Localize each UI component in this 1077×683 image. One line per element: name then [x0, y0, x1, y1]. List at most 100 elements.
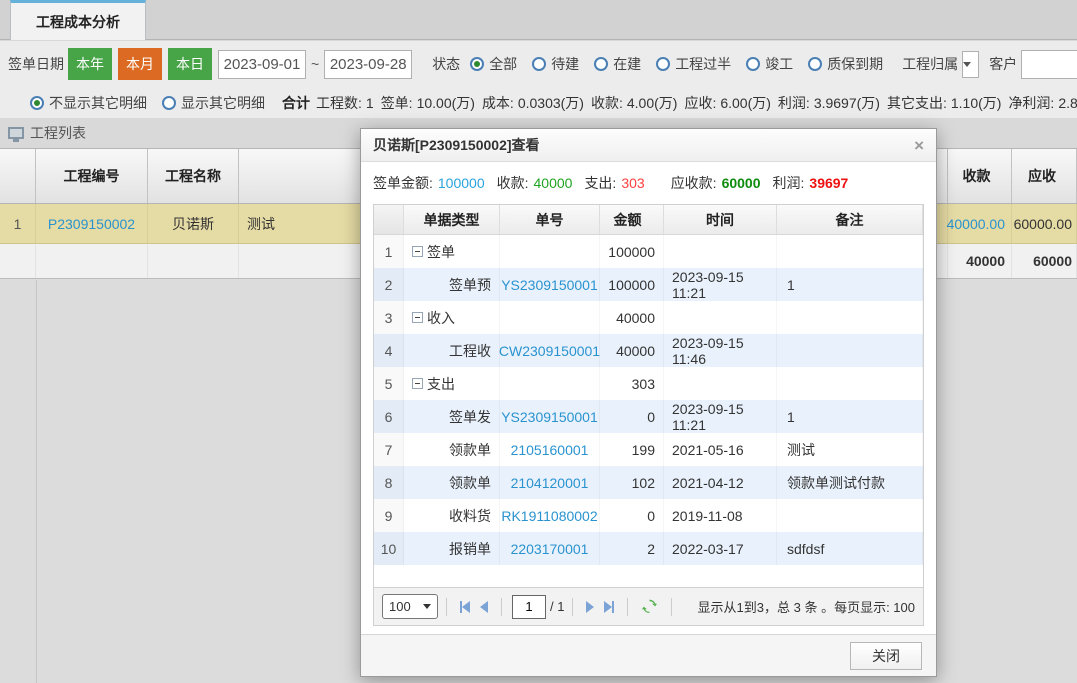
show-detail-radio[interactable]: 显示其它明细	[162, 93, 265, 113]
stat-profit: 利润:39697	[773, 173, 849, 193]
radio-dot	[656, 57, 670, 71]
radio-dot	[162, 96, 176, 110]
project-name-cell: 贝诺斯	[148, 204, 239, 243]
detail-row: 9 收料货 RK1911080002 0 2019-11-08	[374, 499, 923, 532]
date-from-input[interactable]	[218, 50, 306, 79]
summary-received: 40000	[948, 244, 1012, 278]
prev-page-button[interactable]	[480, 601, 488, 613]
status-radio-all[interactable]: 全部	[470, 54, 517, 74]
detail-row-group: 3 收入 40000	[374, 301, 923, 334]
chevron-down-icon	[423, 604, 431, 609]
tab-bar: 工程成本分析	[0, 0, 1077, 40]
this-month-button[interactable]: 本月	[118, 48, 162, 80]
close-icon[interactable]: ×	[914, 137, 924, 154]
project-belong-label: 工程归属	[902, 54, 958, 74]
detail-row: 4 工程收 CW2309150001 40000 2023-09-15 11:4…	[374, 334, 923, 367]
status-radio-inprogress[interactable]: 在建	[594, 54, 641, 74]
this-year-button[interactable]: 本年	[68, 48, 112, 80]
table-filler	[374, 565, 923, 587]
divider	[627, 598, 628, 616]
collapse-icon[interactable]	[412, 246, 423, 257]
divider	[446, 598, 447, 616]
hide-detail-radio[interactable]: 不显示其它明细	[30, 93, 147, 113]
summary-receivable: 60000	[1012, 244, 1077, 278]
divider	[501, 598, 502, 616]
project-list-title: 工程列表	[30, 123, 86, 143]
detail-table-header: 单据类型 单号 金额 时间 备注	[374, 205, 923, 235]
received-amount-link[interactable]: 40000.00	[947, 216, 1005, 232]
chevron-down-icon	[963, 62, 971, 67]
status-label: 状态	[432, 54, 460, 74]
tab-label: 工程成本分析	[36, 12, 120, 32]
stat-received: 收款:40000	[497, 173, 573, 193]
total-label: 合计	[282, 93, 310, 113]
filter-panel: 签单日期 本年 本月 本日 ~ 状态 全部 待建 在建 工程过半 竣工 质保到期…	[0, 41, 1077, 118]
sign-date-label: 签单日期	[8, 54, 64, 74]
date-to-input[interactable]	[324, 50, 412, 79]
stat-other-expense: 其它支出:1.10(万)	[887, 93, 1001, 113]
radio-dot	[30, 96, 44, 110]
radio-dot	[594, 57, 608, 71]
project-code-link[interactable]: P2309150002	[48, 216, 135, 232]
stat-receivable: 应收:6.00(万)	[684, 93, 770, 113]
bill-link[interactable]: 2105160001	[511, 442, 589, 458]
status-radio-warranty[interactable]: 质保到期	[808, 54, 883, 74]
collapse-icon[interactable]	[412, 312, 423, 323]
header-bill-type: 单据类型	[404, 205, 500, 234]
next-page-button[interactable]	[586, 601, 594, 613]
dialog-stats: 签单金额:100000 收款:40000 支出:303 应收款:60000 利润…	[361, 162, 936, 204]
project-belong-select[interactable]	[962, 51, 979, 78]
stat-receivable: 应收款:60000	[671, 173, 761, 193]
radio-dot	[746, 57, 760, 71]
header-project-name: 工程名称	[148, 149, 239, 203]
pagination-info: 显示从1到3，总 3 条 。每页显示: 100	[698, 597, 915, 616]
close-button[interactable]: 关闭	[850, 642, 922, 670]
detail-row: 2 签单预 YS2309150001 100000 2023-09-15 11:…	[374, 268, 923, 301]
status-radio-halfway[interactable]: 工程过半	[656, 54, 731, 74]
page-size-select[interactable]: 100	[382, 594, 438, 619]
dialog-title: 贝诺斯[P2309150002]查看	[373, 135, 540, 155]
page-count-label: / 1	[550, 599, 564, 614]
radio-dot	[808, 57, 822, 71]
stat-project-count: 工程数:1	[316, 93, 374, 113]
detail-row-group: 1 签单 100000	[374, 235, 923, 268]
refresh-icon[interactable]	[641, 598, 658, 615]
pagination-bar: 100 / 1 显示从1到3，总 3 条 。每页显示: 100	[373, 588, 924, 626]
detail-table: 单据类型 单号 金额 时间 备注 1 签单 100000 2 签单预 YS230…	[373, 204, 924, 588]
divider	[671, 598, 672, 616]
bill-link[interactable]: YS2309150001	[501, 277, 598, 293]
header-note: 备注	[777, 205, 923, 234]
date-range-separator: ~	[311, 56, 319, 72]
stat-received: 收款:4.00(万)	[591, 93, 677, 113]
radio-dot	[470, 57, 484, 71]
first-page-button[interactable]	[460, 601, 470, 613]
monitor-icon	[8, 127, 24, 139]
radio-dot	[532, 57, 546, 71]
divider	[572, 598, 573, 616]
detail-row: 7 领款单 2105160001 199 2021-05-16 测试	[374, 433, 923, 466]
tab-project-cost-analysis[interactable]: 工程成本分析	[10, 0, 146, 40]
header-bill-no: 单号	[500, 205, 600, 234]
stat-sign-amount: 签单金额:100000	[373, 173, 485, 193]
bill-link[interactable]: 2203170001	[511, 541, 589, 557]
today-button[interactable]: 本日	[168, 48, 212, 80]
stat-net-profit: 净利润:2.8697(万)	[1008, 93, 1077, 113]
project-detail-dialog: 贝诺斯[P2309150002]查看 × 签单金额:100000 收款:4000…	[360, 128, 937, 677]
stat-signed: 签单:10.00(万)	[381, 93, 475, 113]
status-radio-pending[interactable]: 待建	[532, 54, 579, 74]
filter-row-2: 不显示其它明细 显示其它明细 合计 工程数:1 签单:10.00(万) 成本:0…	[0, 87, 1077, 118]
status-radio-completed[interactable]: 竣工	[746, 54, 793, 74]
header-project-code: 工程编号	[36, 149, 148, 203]
customer-input[interactable]	[1021, 50, 1077, 79]
bill-link[interactable]: 2104120001	[511, 475, 589, 491]
bill-link[interactable]: CW2309150001	[499, 343, 600, 359]
header-receivable: 应收	[1012, 149, 1077, 203]
bill-link[interactable]: YS2309150001	[501, 409, 598, 425]
filter-row-1: 签单日期 本年 本月 本日 ~ 状态 全部 待建 在建 工程过半 竣工 质保到期…	[0, 41, 1077, 87]
dialog-titlebar: 贝诺斯[P2309150002]查看 ×	[361, 129, 936, 162]
bill-link[interactable]: RK1911080002	[501, 508, 597, 524]
last-page-button[interactable]	[604, 601, 614, 613]
collapse-icon[interactable]	[412, 378, 423, 389]
stat-cost: 成本:0.0303(万)	[482, 93, 584, 113]
page-number-input[interactable]	[512, 595, 546, 619]
